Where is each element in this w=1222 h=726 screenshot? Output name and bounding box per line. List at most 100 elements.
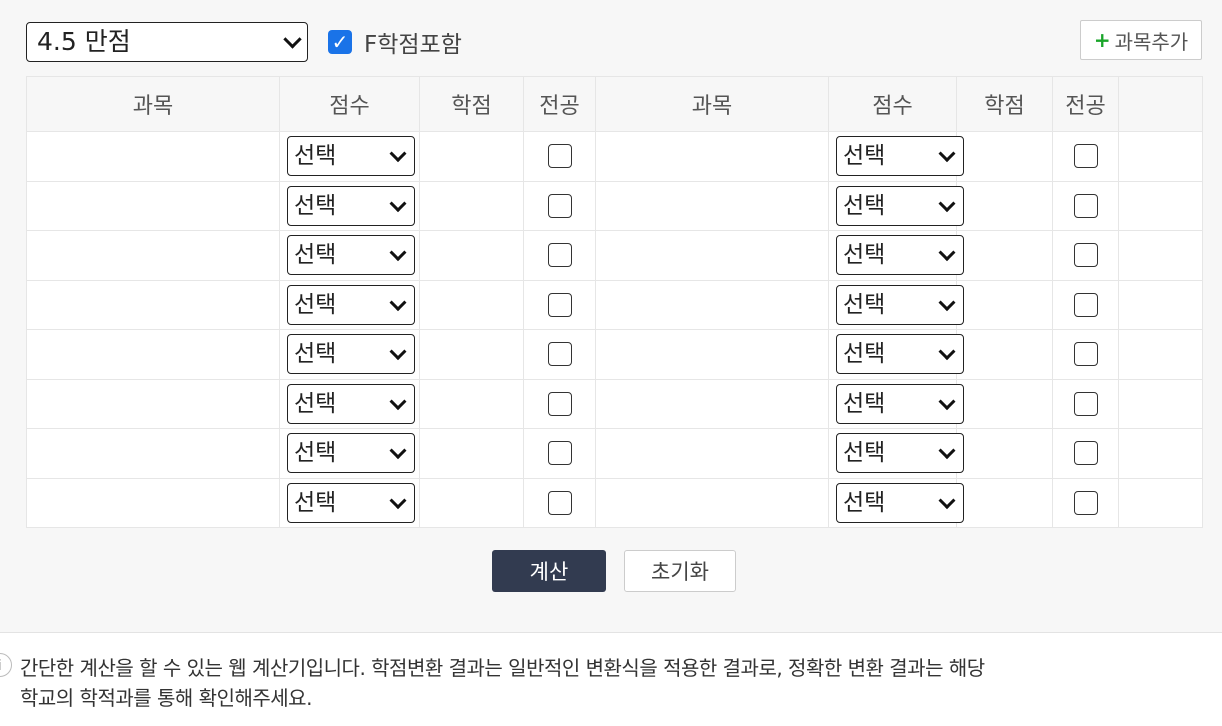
subject-input-right[interactable] xyxy=(595,279,829,330)
credit-input-right[interactable] xyxy=(956,329,1053,380)
credit-input-right[interactable] xyxy=(956,378,1053,429)
major-checkbox-right[interactable] xyxy=(1073,490,1098,515)
credit-input-left[interactable] xyxy=(419,230,524,281)
credit-input-left[interactable] xyxy=(419,428,524,479)
chevron-down-icon xyxy=(389,442,407,460)
score-cell-right: 선택 xyxy=(828,329,964,380)
include-f-checkbox[interactable]: ✓ xyxy=(328,30,352,54)
subject-input-right[interactable] xyxy=(595,428,829,479)
add-subject-button[interactable]: + 과목추가 xyxy=(1080,20,1202,60)
subject-input-left[interactable] xyxy=(26,378,280,429)
major-checkbox-left[interactable] xyxy=(547,193,572,218)
grade-select-value: 선택 xyxy=(843,242,886,269)
grade-select-right[interactable]: 선택 xyxy=(836,383,964,424)
grade-select-value: 선택 xyxy=(843,291,886,318)
subject-input-left[interactable] xyxy=(26,180,280,231)
score-cell-right: 선택 xyxy=(828,428,964,479)
score-cell-right: 선택 xyxy=(828,378,964,429)
grade-select-left[interactable]: 선택 xyxy=(287,383,415,424)
score-cell-left: 선택 xyxy=(279,329,420,380)
grade-select-left[interactable]: 선택 xyxy=(287,185,415,226)
subject-input-left[interactable] xyxy=(26,428,280,479)
footer-note-line-1: 간단한 계산을 할 수 있는 웹 계산기입니다. 학점변환 결과는 일반적인 변… xyxy=(20,656,985,680)
footer: i 간단한 계산을 할 수 있는 웹 계산기입니다. 학점변환 결과는 일반적인… xyxy=(0,633,1222,726)
major-checkbox-left[interactable] xyxy=(547,342,572,367)
credit-input-left[interactable] xyxy=(419,378,524,429)
credit-input-right[interactable] xyxy=(956,180,1053,231)
credit-input-left[interactable] xyxy=(419,477,524,528)
subject-input-left[interactable] xyxy=(26,279,280,330)
major-checkbox-right[interactable] xyxy=(1073,243,1098,268)
chevron-down-icon xyxy=(938,244,956,262)
major-checkbox-right[interactable] xyxy=(1073,342,1098,367)
major-cell-left xyxy=(523,131,596,182)
score-cell-left: 선택 xyxy=(279,477,420,528)
subject-input-right[interactable] xyxy=(595,180,829,231)
credit-input-left[interactable] xyxy=(419,131,524,182)
subject-input-right[interactable] xyxy=(595,230,829,281)
major-cell-right xyxy=(1052,180,1119,231)
toolbar: 4.5 만점 ✓ F학점포함 + 과목추가 xyxy=(26,20,1202,64)
major-checkbox-right[interactable] xyxy=(1073,292,1098,317)
grade-select-right[interactable]: 선택 xyxy=(836,433,964,474)
subject-input-right[interactable] xyxy=(595,329,829,380)
grade-select-right[interactable]: 선택 xyxy=(836,482,964,523)
credit-input-right[interactable] xyxy=(956,131,1053,182)
grade-select-left[interactable]: 선택 xyxy=(287,284,415,325)
subject-input-right[interactable] xyxy=(595,378,829,429)
subject-input-right[interactable] xyxy=(595,477,829,528)
credit-input-right[interactable] xyxy=(956,279,1053,330)
subject-input-left[interactable] xyxy=(26,131,280,182)
calculate-button[interactable]: 계산 xyxy=(492,550,606,592)
grade-select-right[interactable]: 선택 xyxy=(836,334,964,375)
info-icon: i xyxy=(0,653,12,677)
subject-input-right[interactable] xyxy=(595,131,829,182)
subject-input-left[interactable] xyxy=(26,230,280,281)
grade-select-left[interactable]: 선택 xyxy=(287,334,415,375)
grade-select-left[interactable]: 선택 xyxy=(287,136,415,177)
grade-select-left[interactable]: 선택 xyxy=(287,433,415,474)
major-checkbox-right[interactable] xyxy=(1073,441,1098,466)
major-cell-left xyxy=(523,180,596,231)
grade-select-right[interactable]: 선택 xyxy=(836,284,964,325)
major-checkbox-left[interactable] xyxy=(547,490,572,515)
reset-button[interactable]: 초기화 xyxy=(624,550,736,592)
scale-select[interactable]: 4.5 만점 xyxy=(26,22,308,62)
row-spacer xyxy=(1118,131,1203,182)
grade-select-left[interactable]: 선택 xyxy=(287,482,415,523)
credit-input-left[interactable] xyxy=(419,279,524,330)
credit-input-left[interactable] xyxy=(419,180,524,231)
credit-input-right[interactable] xyxy=(956,428,1053,479)
subject-input-left[interactable] xyxy=(26,329,280,380)
include-f-label: F학점포함 xyxy=(364,32,462,58)
major-checkbox-right[interactable] xyxy=(1073,193,1098,218)
grade-select-right[interactable]: 선택 xyxy=(836,235,964,276)
grade-select-right[interactable]: 선택 xyxy=(836,136,964,177)
major-checkbox-left[interactable] xyxy=(547,391,572,416)
header-major-left: 전공 xyxy=(523,76,596,132)
credit-input-right[interactable] xyxy=(956,477,1053,528)
chevron-down-icon xyxy=(389,244,407,262)
major-checkbox-left[interactable] xyxy=(547,441,572,466)
chevron-down-icon xyxy=(389,343,407,361)
subject-input-left[interactable] xyxy=(26,477,280,528)
grade-select-value: 선택 xyxy=(294,489,337,516)
chevron-down-icon xyxy=(389,491,407,509)
table-row: 선택 선택 xyxy=(26,378,1203,429)
score-cell-left: 선택 xyxy=(279,378,420,429)
grade-select-left[interactable]: 선택 xyxy=(287,235,415,276)
major-checkbox-right[interactable] xyxy=(1073,391,1098,416)
credit-input-right[interactable] xyxy=(956,230,1053,281)
credit-input-left[interactable] xyxy=(419,329,524,380)
major-checkbox-left[interactable] xyxy=(547,292,572,317)
header-major-right: 전공 xyxy=(1052,76,1119,132)
row-spacer xyxy=(1118,378,1203,429)
chevron-down-icon xyxy=(938,442,956,460)
major-checkbox-left[interactable] xyxy=(547,144,572,169)
grade-select-value: 선택 xyxy=(294,390,337,417)
grade-select-right[interactable]: 선택 xyxy=(836,185,964,226)
plus-icon: + xyxy=(1093,28,1111,52)
chevron-down-icon xyxy=(389,293,407,311)
major-checkbox-right[interactable] xyxy=(1073,144,1098,169)
major-checkbox-left[interactable] xyxy=(547,243,572,268)
